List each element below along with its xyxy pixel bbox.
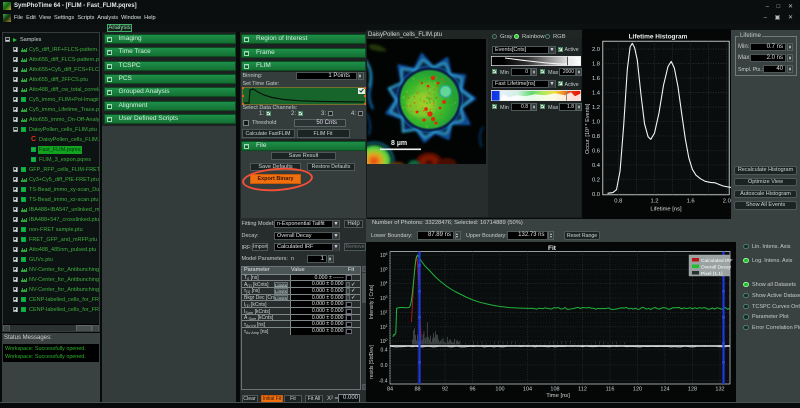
svg-text:Time [ns]: Time [ns]: [546, 393, 570, 399]
svg-text:Intensity [ Cnts]: Intensity [ Cnts]: [369, 284, 375, 319]
svg-text:0.8: 0.8: [592, 134, 600, 140]
svg-text:0.6: 0.6: [592, 149, 600, 155]
svg-text:Lifetime Histogram: Lifetime Histogram: [629, 34, 688, 41]
svg-text:124: 124: [660, 387, 669, 393]
svg-text:0.8: 0.8: [614, 199, 622, 205]
svg-text:2.0: 2.0: [723, 199, 731, 205]
svg-text:116: 116: [606, 387, 615, 393]
svg-text:120: 120: [633, 387, 642, 393]
svg-text:Occur. [10³ * Events]: Occur. [10³ * Events]: [585, 103, 591, 154]
svg-text:8 µm: 8 µm: [391, 140, 407, 147]
svg-text:Overall Decay: Overall Decay: [701, 265, 732, 271]
svg-text:Fit: Fit: [548, 245, 557, 252]
svg-text:Lifetime [ns]: Lifetime [ns]: [650, 207, 682, 213]
svg-text:2.0: 2.0: [592, 47, 600, 53]
svg-text:100: 100: [495, 387, 504, 393]
svg-text:104: 104: [523, 387, 532, 393]
svg-text:112: 112: [578, 387, 587, 393]
svg-text:0.2: 0.2: [592, 178, 600, 184]
svg-text:resids [StdDev]: resids [StdDev]: [369, 344, 375, 379]
svg-text:1.2: 1.2: [650, 199, 658, 205]
svg-text:0.0: 0.0: [381, 363, 388, 369]
svg-text:88: 88: [414, 387, 420, 393]
svg-text:0.4: 0.4: [592, 163, 601, 169]
svg-text:0.0: 0.0: [592, 192, 600, 198]
svg-text:-0.4: -0.4: [379, 379, 388, 385]
svg-text:Pixel (1,1): Pixel (1,1): [701, 271, 723, 277]
svg-text:96: 96: [469, 387, 475, 393]
svg-text:0.4: 0.4: [381, 348, 388, 354]
svg-text:108: 108: [550, 387, 559, 393]
svg-text:Calculated IRF: Calculated IRF: [701, 258, 733, 264]
svg-text:1.8: 1.8: [592, 62, 600, 68]
svg-text:84: 84: [387, 387, 393, 393]
svg-text:1.0: 1.0: [592, 120, 600, 126]
svg-text:92: 92: [442, 387, 448, 393]
svg-text:128: 128: [688, 387, 697, 393]
svg-text:132: 132: [715, 387, 724, 393]
svg-text:1.6: 1.6: [592, 76, 600, 82]
svg-text:1.4: 1.4: [592, 91, 601, 97]
svg-text:1.6: 1.6: [687, 199, 695, 205]
svg-text:1.2: 1.2: [592, 105, 600, 111]
